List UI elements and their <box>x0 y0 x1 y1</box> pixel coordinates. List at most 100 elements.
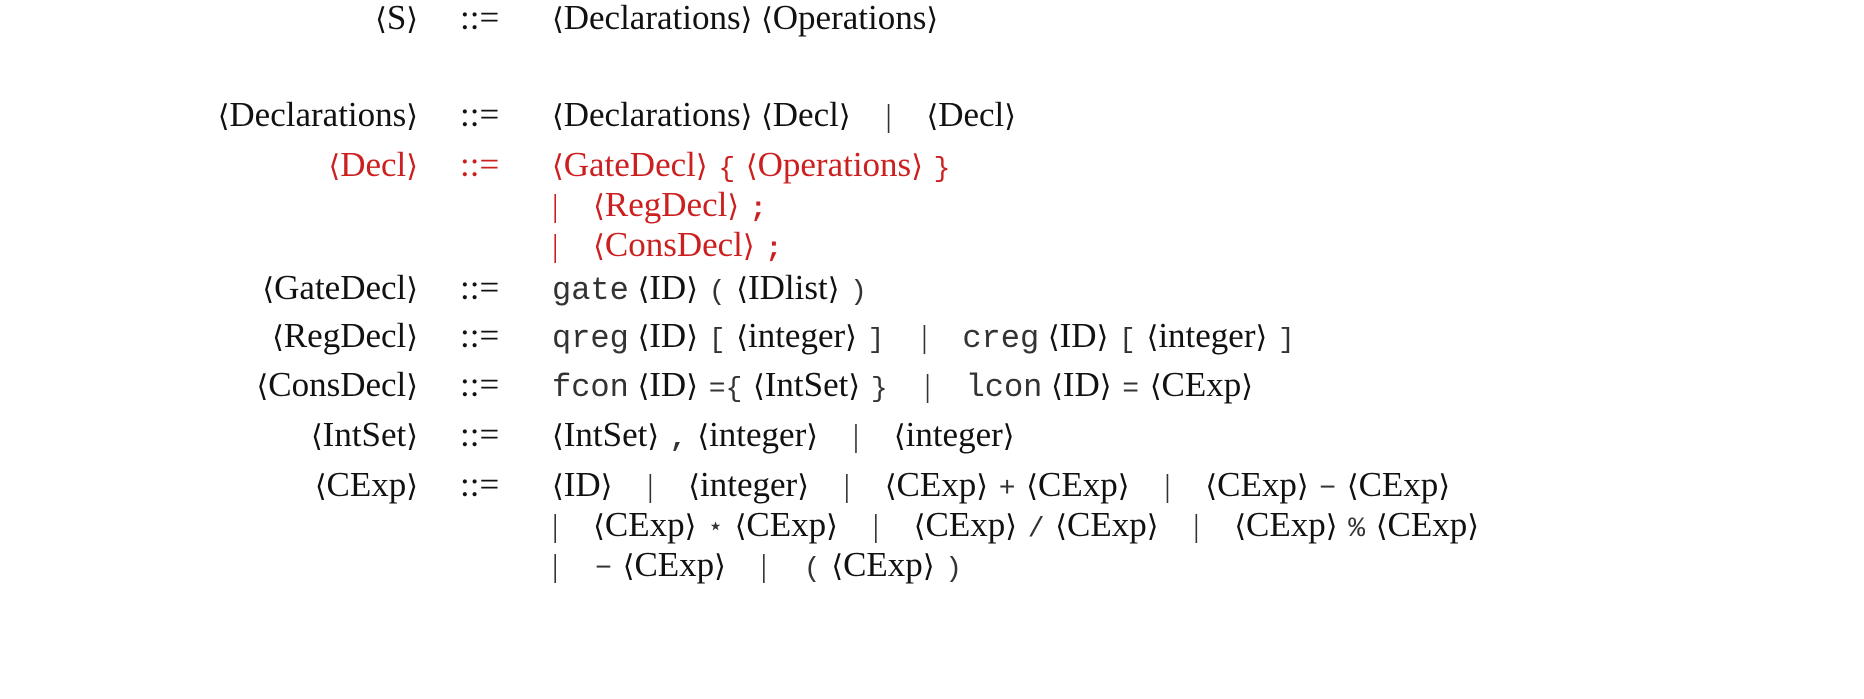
rule-lhs: ⟨ConsDecl⟩ <box>257 361 418 411</box>
alternative-bar: | <box>647 467 654 503</box>
terminal-symbol: ( <box>708 277 726 308</box>
definition-symbol: ::= <box>460 95 500 134</box>
nonterminal: ⟨CExp⟩ <box>1234 505 1338 544</box>
nonterminal: ⟨integer⟩ <box>1146 316 1268 355</box>
nonterminal: ⟨IntSet⟩ <box>552 415 660 454</box>
terminal-symbol: ; <box>765 234 783 265</box>
nonterminal: ⟨ID⟩ <box>1047 316 1109 355</box>
nonterminal: ⟨CExp⟩ <box>831 545 935 584</box>
nonterminal: ⟨integer⟩ <box>893 415 1015 454</box>
rule-lhs: ⟨Declarations⟩ <box>218 91 418 141</box>
nonterminal: ⟨Decl⟩ <box>926 95 1016 134</box>
definition-symbol: ::= <box>460 0 500 37</box>
grammar-rule: | ⟨ConsDecl⟩ ; <box>0 221 1864 269</box>
alternative-bar: | <box>552 547 559 583</box>
rule-rhs: | − ⟨CExp⟩ | ( ⟨CExp⟩ ) <box>552 541 964 594</box>
grammar-rule: ⟨Declarations⟩::= ⟨Declarations⟩ ⟨Decl⟩ |… <box>0 91 1864 139</box>
nonterminal: ⟨CExp⟩ <box>913 505 1017 544</box>
rule-rhs: ⟨Declarations⟩ ⟨Operations⟩ <box>552 0 938 44</box>
nonterminal: ⟨CExp⟩ <box>593 505 697 544</box>
alternative-bar: | <box>1164 467 1171 503</box>
definition-symbol: ::= <box>460 268 500 307</box>
terminal-symbol: = <box>1122 374 1140 405</box>
keyword: lcon <box>965 369 1043 406</box>
alternative-bar: | <box>760 547 768 583</box>
definition-symbol: ::= <box>460 365 500 404</box>
nonterminal: ⟨CExp⟩ <box>734 505 838 544</box>
nonterminal: ⟨S⟩ <box>375 0 418 37</box>
alternative-bar: | <box>552 227 559 263</box>
nonterminal: ⟨CExp⟩ <box>1026 465 1130 504</box>
nonterminal: ⟨CExp⟩ <box>1346 465 1451 504</box>
nonterminal: ⟨IDlist⟩ <box>736 268 840 307</box>
nonterminal: ⟨CExp⟩ <box>1055 505 1159 544</box>
alternative-bar: | <box>1193 507 1200 543</box>
nonterminal: ⟨GateDecl⟩ <box>262 268 418 307</box>
nonterminal: ⟨ConsDecl⟩ <box>256 365 418 404</box>
alternative-bar: | <box>852 417 860 453</box>
terminal-symbol: ) <box>945 554 963 585</box>
nonterminal: ⟨ConsDecl⟩ <box>593 225 755 264</box>
grammar-rule: ⟨S⟩::= ⟨Declarations⟩ ⟨Operations⟩ <box>0 0 1864 42</box>
rule-rhs: fcon ⟨ID⟩ ={ ⟨IntSet⟩ } | lcon ⟨ID⟩ = ⟨C… <box>552 361 1253 414</box>
alternative-bar: | <box>843 467 851 503</box>
nonterminal: ⟨Operations⟩ <box>761 0 939 37</box>
nonterminal: ⟨ID⟩ <box>1051 365 1112 404</box>
grammar-rule: ⟨ConsDecl⟩::= fcon ⟨ID⟩ ={ ⟨IntSet⟩ } | l… <box>0 361 1864 409</box>
bnf-grammar: ⟨S⟩::= ⟨Declarations⟩ ⟨Operations⟩ ⟨Declar… <box>0 0 1864 699</box>
definition-symbol: ::= <box>460 316 500 355</box>
alternative-bar: | <box>885 97 892 133</box>
definition-symbol: ::= <box>460 415 500 454</box>
nonterminal: ⟨Declarations⟩ <box>552 95 753 134</box>
nonterminal: ⟨integer⟩ <box>736 316 857 355</box>
nonterminal: ⟨CExp⟩ <box>1375 505 1479 544</box>
terminal-symbol: − <box>595 554 612 585</box>
nonterminal: ⟨Declarations⟩ <box>217 95 418 134</box>
alternative-bar: | <box>552 187 559 223</box>
terminal-symbol: , <box>669 424 687 455</box>
nonterminal: ⟨Declarations⟩ <box>552 0 753 37</box>
nonterminal: ⟨RegDecl⟩ <box>593 185 740 224</box>
nonterminal: ⟨Operations⟩ <box>745 145 923 184</box>
keyword: creg <box>962 320 1040 357</box>
nonterminal: ⟨RegDecl⟩ <box>272 316 418 355</box>
rule-rhs: ⟨Declarations⟩ ⟨Decl⟩ | ⟨Decl⟩ <box>552 91 1016 141</box>
alternative-bar: | <box>552 507 559 543</box>
nonterminal: ⟨Decl⟩ <box>761 95 851 134</box>
alternative-bar: | <box>924 367 931 403</box>
rule-lhs: ⟨S⟩ <box>375 0 418 44</box>
rule-rhs: gate ⟨ID⟩ ( ⟨IDlist⟩ ) <box>552 264 869 317</box>
terminal-symbol: ] <box>867 325 885 356</box>
terminal-symbol: [ <box>1119 325 1136 356</box>
nonterminal: ⟨ID⟩ <box>637 268 698 307</box>
keyword: gate <box>552 272 629 309</box>
alternative-bar: | <box>872 507 880 543</box>
nonterminal: ⟨integer⟩ <box>688 465 809 504</box>
nonterminal: ⟨IntSet⟩ <box>310 415 418 454</box>
nonterminal: ⟨ID⟩ <box>552 465 613 504</box>
rule-lhs: ⟨RegDecl⟩ <box>272 312 418 362</box>
grammar-rule: | − ⟨CExp⟩ | ( ⟨CExp⟩ ) <box>0 541 1864 589</box>
rule-rhs: ⟨IntSet⟩ , ⟨integer⟩ | ⟨integer⟩ <box>552 411 1015 464</box>
grammar-rule: ⟨RegDecl⟩::= qreg ⟨ID⟩ [ ⟨integer⟩ ] | cr… <box>0 312 1864 360</box>
nonterminal: ⟨ID⟩ <box>637 365 698 404</box>
rule-rhs: qreg ⟨ID⟩ [ ⟨integer⟩ ] | creg ⟨ID⟩ [ ⟨i… <box>552 312 1297 365</box>
terminal-symbol: ] <box>1277 325 1295 356</box>
nonterminal: ⟨CExp⟩ <box>622 545 726 584</box>
terminal-symbol: ( <box>803 554 821 585</box>
grammar-rule: ⟨GateDecl⟩::= gate ⟨ID⟩ ( ⟨IDlist⟩ ) <box>0 264 1864 312</box>
nonterminal: ⟨CExp⟩ <box>884 465 988 504</box>
alternative-bar: | <box>921 318 928 354</box>
nonterminal: ⟨CExp⟩ <box>314 465 418 504</box>
keyword: qreg <box>552 320 629 357</box>
rule-lhs: ⟨GateDecl⟩ <box>262 264 418 314</box>
grammar-rule: ⟨IntSet⟩::= ⟨IntSet⟩ , ⟨integer⟩ | ⟨integ… <box>0 411 1864 459</box>
nonterminal: ⟨integer⟩ <box>697 415 818 454</box>
nonterminal: ⟨CExp⟩ <box>1205 465 1309 504</box>
rule-lhs: ⟨IntSet⟩ <box>311 411 418 461</box>
terminal-symbol: } <box>870 374 888 405</box>
nonterminal: ⟨Decl⟩ <box>328 145 418 184</box>
terminal-symbol: [ <box>708 325 726 356</box>
keyword: fcon <box>552 369 629 406</box>
nonterminal: ⟨CExp⟩ <box>1149 365 1253 404</box>
